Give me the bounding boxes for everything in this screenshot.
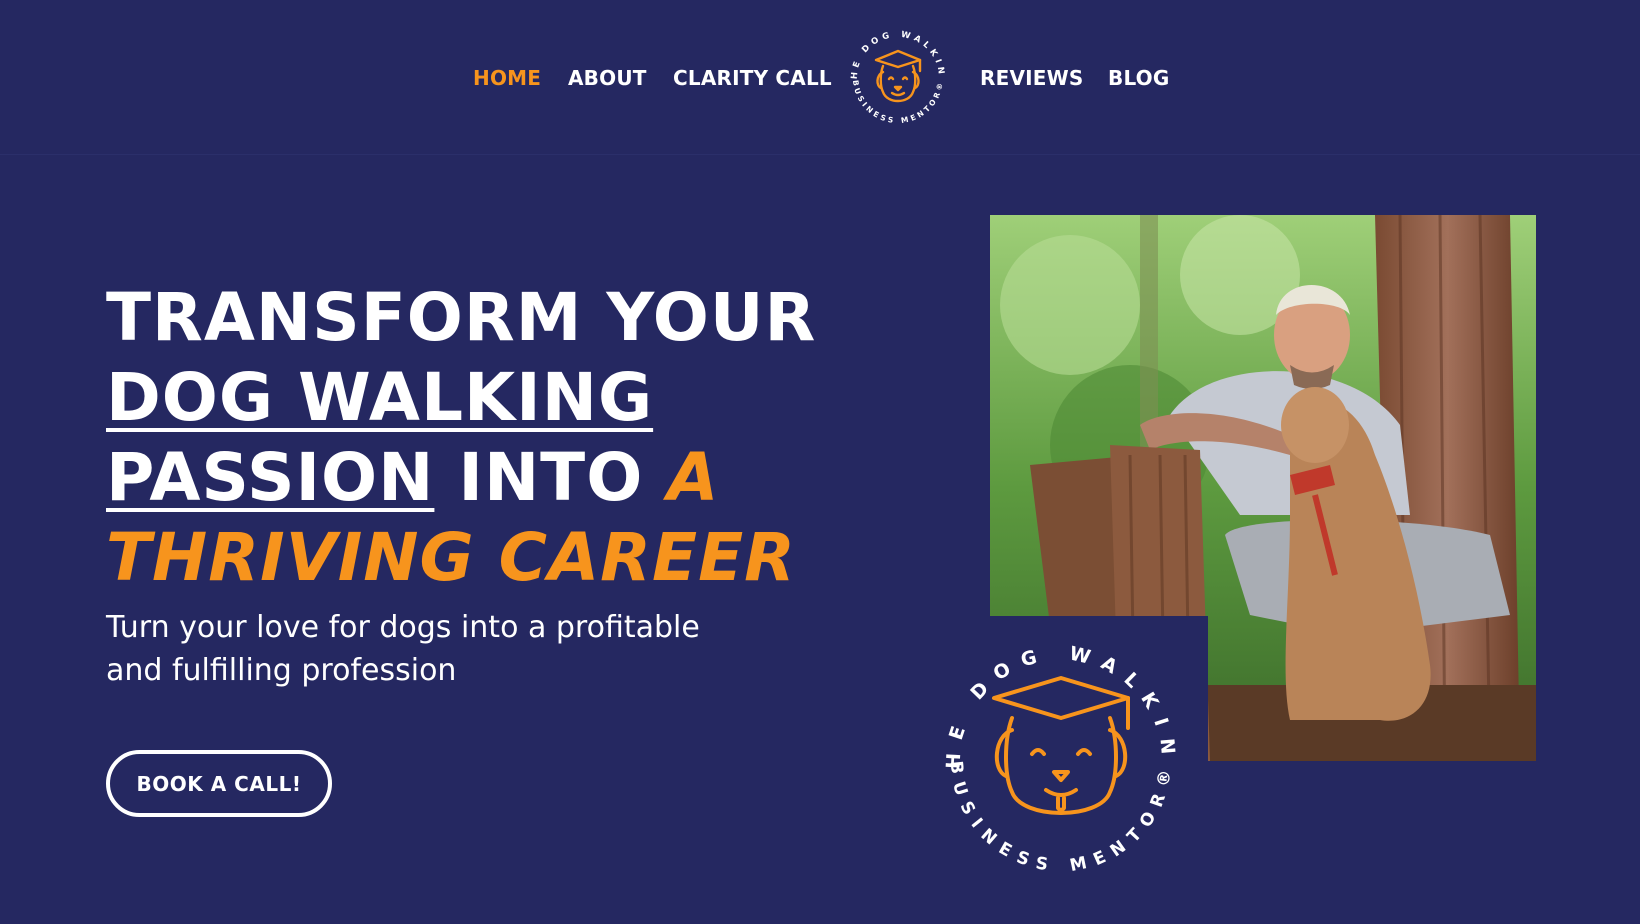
logo-top-text: THE DOG WALKING — [840, 20, 946, 80]
graduate-dog-icon — [874, 49, 922, 103]
hero-headline: TRANSFORM YOUR DOG WALKING PASSION INTO … — [106, 278, 816, 598]
nav-home-link[interactable]: HOME — [473, 66, 541, 90]
main-nav: HOME ABOUT CLARITY CALL THE DOG WALKING … — [0, 0, 1640, 155]
book-call-button[interactable]: BOOK A CALL! — [106, 750, 332, 817]
headline-line-1: TRANSFORM YOUR — [106, 279, 817, 356]
headline-line-2: DOG WALKING — [106, 359, 654, 436]
headline-line-3: PASSION INTO A — [106, 438, 816, 518]
graduate-dog-icon — [992, 676, 1130, 815]
headline-into: INTO — [434, 439, 668, 516]
nav-reviews-link[interactable]: REVIEWS — [980, 66, 1084, 90]
site-logo[interactable]: THE DOG WALKING BUSINESS MENTOR® — [840, 20, 956, 136]
dog-walking-mentor-badge: THE DOG WALKING BUSINESS MENTOR® — [930, 630, 1180, 876]
hero-subheadline: Turn your love for dogs into a profitabl… — [106, 610, 700, 688]
headline-line-4: THRIVING CAREER — [106, 519, 796, 596]
nav-clarity-call-link[interactable]: CLARITY CALL — [673, 66, 832, 90]
nav-about-link[interactable]: ABOUT — [568, 66, 647, 90]
nav-divider — [0, 154, 1640, 155]
headline-passion: PASSION — [106, 439, 435, 516]
badge-top-text: THE DOG WALKING — [930, 630, 1180, 769]
headline-accent-a: A — [667, 439, 720, 516]
nav-blog-link[interactable]: BLOG — [1108, 66, 1170, 90]
